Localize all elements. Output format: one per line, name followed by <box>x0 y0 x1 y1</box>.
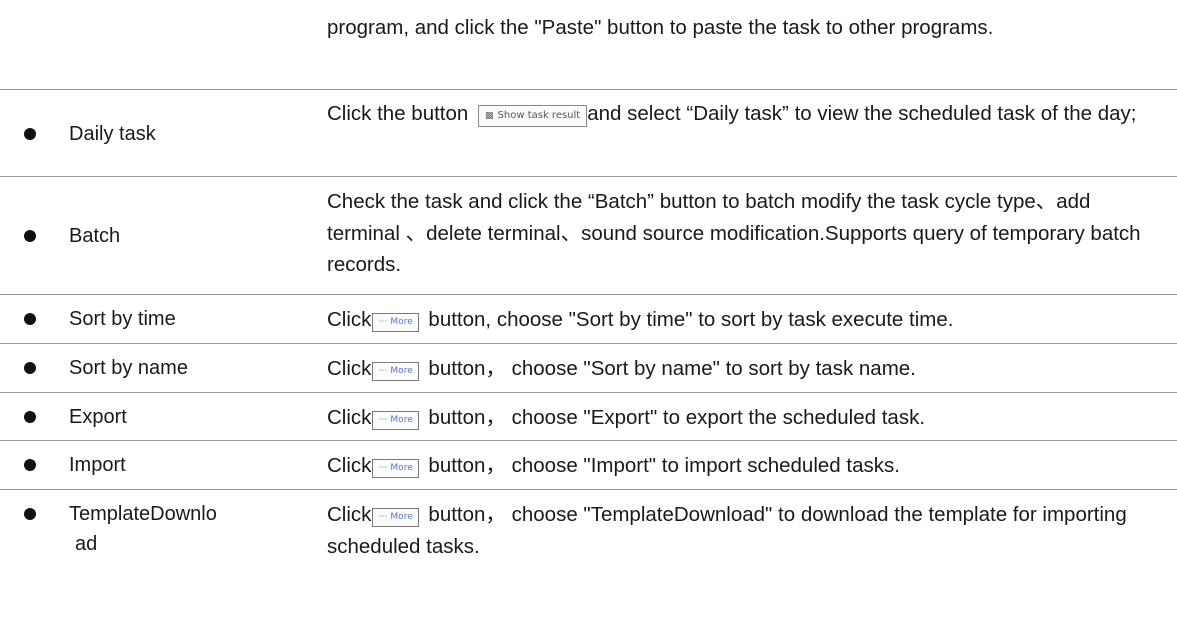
row-description: Click ⋯ More button， choose "TemplateDownl… <box>327 499 1162 562</box>
bullet-icon <box>24 508 36 520</box>
feature-table: program, and click the "Paste" button to… <box>0 0 1177 578</box>
bullet-icon <box>24 128 36 140</box>
ellipsis-icon: ⋯ <box>378 463 388 473</box>
more-button[interactable]: ⋯ More <box>372 508 419 527</box>
row-description: Click the button ▩ Show task result and se… <box>327 98 1162 130</box>
row-name: Export <box>69 406 127 428</box>
more-label: More <box>390 366 413 376</box>
table-row: Daily task Click the button ▩ Show task r… <box>0 90 1177 177</box>
desc-prefix: Click <box>327 406 372 429</box>
more-label: More <box>390 512 413 522</box>
table-row: Export Click ⋯ More button， choose "Export… <box>0 393 1177 441</box>
more-label: More <box>390 463 413 473</box>
row-description: Check the task and click the “Batch” but… <box>327 190 1141 276</box>
bullet-icon <box>24 459 36 471</box>
ellipsis-icon: ⋯ <box>378 317 388 327</box>
table-row: Sort by time Click ⋯ More button, choose "… <box>0 295 1177 344</box>
table-row: Sort by name Click ⋯ More button， choose "… <box>0 344 1177 393</box>
desc-prefix: Click <box>327 503 372 526</box>
row-name: TemplateDownlo ad <box>69 499 217 559</box>
row-name-line2: ad <box>75 533 98 555</box>
table-row: TemplateDownlo ad Click ⋯ More button， cho… <box>0 490 1177 578</box>
bullet-icon <box>24 313 36 325</box>
row-description: Click ⋯ More button， choose "Export" to ex… <box>327 402 1162 434</box>
more-label: More <box>390 317 413 327</box>
row-description: Click ⋯ More button， choose "Sort by name"… <box>327 353 1162 385</box>
more-button[interactable]: ⋯ More <box>372 313 419 332</box>
more-label: More <box>390 415 413 425</box>
table-row: program, and click the "Paste" button to… <box>0 0 1177 90</box>
desc-suffix: button， choose "Export" to export the sc… <box>422 406 926 429</box>
more-button[interactable]: ⋯ More <box>372 362 419 381</box>
ellipsis-icon: ⋯ <box>378 512 388 522</box>
desc-prefix: Click <box>327 357 372 380</box>
row-description: program, and click the "Paste" button to… <box>327 16 994 39</box>
desc-suffix: button, choose "Sort by time" to sort by… <box>422 308 954 331</box>
row-name: Daily task <box>69 123 156 145</box>
desc-suffix: button， choose "Import" to import schedu… <box>422 454 900 477</box>
more-button[interactable]: ⋯ More <box>372 411 419 430</box>
row-name: Import <box>69 454 126 476</box>
table-row: Import Click ⋯ More button， choose "Import… <box>0 441 1177 490</box>
row-name-line1: TemplateDownlo <box>69 503 217 525</box>
row-name: Sort by time <box>69 308 176 330</box>
desc-prefix: Click <box>327 454 372 477</box>
bullet-icon <box>24 362 36 374</box>
desc-suffix: and select “Daily task” to view the sche… <box>587 102 1137 125</box>
row-description: Click ⋯ More button， choose "Import" to im… <box>327 450 1162 482</box>
bullet-icon <box>24 411 36 423</box>
row-name: Batch <box>69 225 121 247</box>
document-icon: ▩ <box>485 111 494 121</box>
desc-suffix: button， choose "Sort by name" to sort by… <box>422 357 916 380</box>
desc-suffix: button， choose "TemplateDownload" to dow… <box>327 503 1127 558</box>
show-task-result-label: Show task result <box>497 110 581 121</box>
show-task-result-button[interactable]: ▩ Show task result <box>478 105 588 127</box>
more-button[interactable]: ⋯ More <box>372 459 419 478</box>
row-name: Sort by name <box>69 357 188 379</box>
row-description: Click ⋯ More button, choose "Sort by time"… <box>327 304 1177 336</box>
ellipsis-icon: ⋯ <box>378 415 388 425</box>
table-row: Batch Check the task and click the “Batc… <box>0 177 1177 295</box>
desc-prefix: Click the button <box>327 102 469 125</box>
bullet-icon <box>24 230 36 242</box>
ellipsis-icon: ⋯ <box>378 366 388 376</box>
desc-prefix: Click <box>327 308 372 331</box>
